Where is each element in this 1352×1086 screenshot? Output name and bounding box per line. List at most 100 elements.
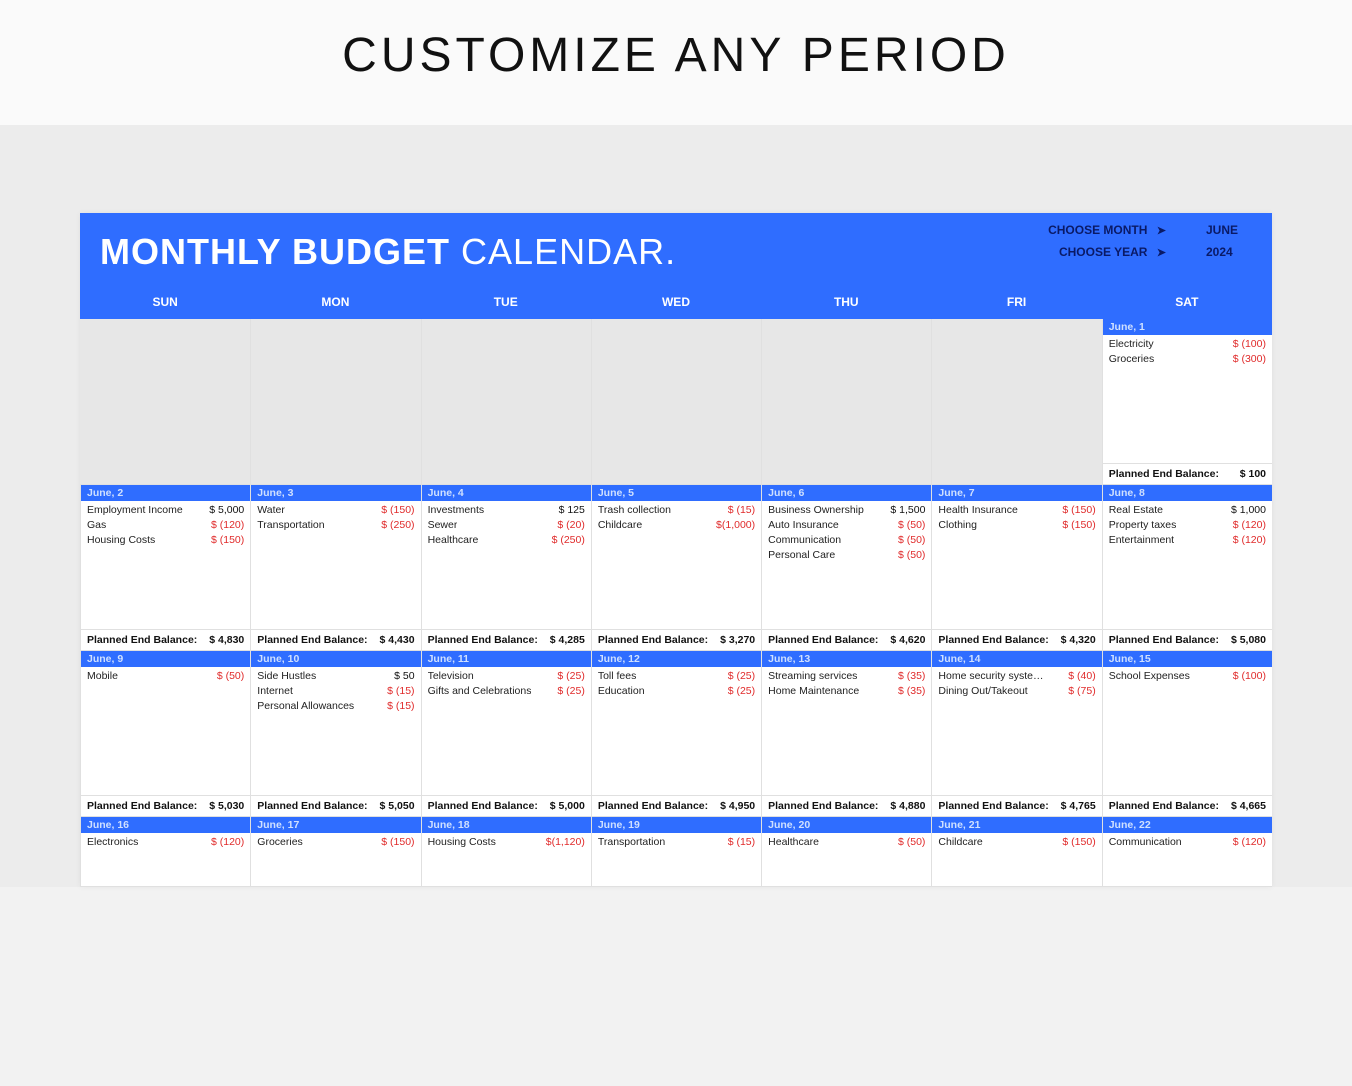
budget-item: Trash collection$ (15) xyxy=(598,504,755,517)
budget-item: Gas$ (120) xyxy=(87,519,244,532)
day-items: Groceries$ (150) xyxy=(251,833,420,886)
item-amount: $ (150) xyxy=(381,504,414,517)
balance-label: Planned End Balance: xyxy=(938,800,1048,812)
item-amount: $ (120) xyxy=(1233,534,1266,547)
balance-label: Planned End Balance: xyxy=(1109,800,1219,812)
chevron-right-icon: ➤ xyxy=(1157,225,1166,237)
date-bar: June, 19 xyxy=(592,817,761,833)
item-amount: $ (50) xyxy=(217,670,244,683)
date-bar: June, 15 xyxy=(1103,651,1272,667)
calendar-title-bold: MONTHLY BUDGET xyxy=(100,231,450,272)
item-name: Healthcare xyxy=(428,534,479,547)
budget-item: Gifts and Celebrations$ (25) xyxy=(428,685,585,698)
budget-item: Childcare$(1,000) xyxy=(598,519,755,532)
day-items: School Expenses$ (100) xyxy=(1103,667,1272,795)
balance-value: $ 5,030 xyxy=(209,800,244,812)
balance-value: $ 5,050 xyxy=(380,800,415,812)
balance-value: $ 4,830 xyxy=(209,634,244,646)
budget-item: Home security systems$ (40) xyxy=(938,670,1095,683)
canvas: MONTHLY BUDGET CALENDAR. CHOOSE MONTH ➤ … xyxy=(0,125,1352,887)
budget-item: Employment Income$ 5,000 xyxy=(87,504,244,517)
item-amount: $ (25) xyxy=(728,685,755,698)
item-amount: $ (15) xyxy=(387,685,414,698)
item-name: Entertainment xyxy=(1109,534,1174,547)
day-items: Health Insurance$ (150)Clothing$ (150) xyxy=(932,501,1101,629)
item-amount: $ (300) xyxy=(1233,353,1266,366)
day-cell[interactable]: June, 18Housing Costs$(1,120) xyxy=(421,817,591,887)
day-cell[interactable]: June, 22Communication$ (120) xyxy=(1102,817,1272,887)
item-name: Childcare xyxy=(938,836,982,849)
item-amount: $ (250) xyxy=(552,534,585,547)
item-amount: $ (15) xyxy=(728,836,755,849)
balance-label: Planned End Balance: xyxy=(87,634,197,646)
day-cell[interactable]: June, 3Water$ (150)Transportation$ (250)… xyxy=(250,485,420,651)
day-cell[interactable]: June, 1Electricity$ (100)Groceries$ (300… xyxy=(1102,319,1272,485)
date-bar: June, 3 xyxy=(251,485,420,501)
item-name: Personal Allowances xyxy=(257,700,354,713)
day-cell[interactable]: June, 9Mobile$ (50)Planned End Balance:$… xyxy=(80,651,250,817)
planned-end-balance: Planned End Balance:$ 100 xyxy=(1103,463,1272,484)
item-amount: $ (15) xyxy=(728,504,755,517)
item-amount: $ (35) xyxy=(898,685,925,698)
day-items: Trash collection$ (15) Childcare$(1,000) xyxy=(592,501,761,629)
day-cell[interactable]: June, 7Health Insurance$ (150)Clothing$ … xyxy=(931,485,1101,651)
item-name: Housing Costs xyxy=(428,836,496,849)
weekday-label: MON xyxy=(250,285,420,319)
item-amount: $ (150) xyxy=(211,534,244,547)
day-cell[interactable]: June, 11Television$ (25)Gifts and Celebr… xyxy=(421,651,591,817)
budget-item: Streaming services$ (35) xyxy=(768,670,925,683)
day-cell[interactable]: June, 16Electronics$ (120) xyxy=(80,817,250,887)
day-cell[interactable]: June, 20Healthcare$ (50) xyxy=(761,817,931,887)
empty-day-cell xyxy=(421,319,591,485)
day-cell[interactable]: June, 5Trash collection$ (15)Childcare$(… xyxy=(591,485,761,651)
item-amount: $ 1,500 xyxy=(890,504,925,517)
planned-end-balance: Planned End Balance:$ 5,030 xyxy=(81,795,250,816)
budget-item: Dining Out/Takeout$ (75) xyxy=(938,685,1095,698)
budget-item: Auto Insurance$ (50) xyxy=(768,519,925,532)
item-name: Gas xyxy=(87,519,106,532)
day-cell[interactable]: June, 13Streaming services$ (35)Home Mai… xyxy=(761,651,931,817)
balance-label: Planned End Balance: xyxy=(257,634,367,646)
day-cell[interactable]: June, 4Investments$ 125Sewer$ (20)Health… xyxy=(421,485,591,651)
item-amount: $ (35) xyxy=(898,670,925,683)
day-cell[interactable]: June, 21Childcare$ (150) xyxy=(931,817,1101,887)
item-name: Business Ownership xyxy=(768,504,864,517)
planned-end-balance: Planned End Balance:$ 4,285 xyxy=(422,629,591,650)
budget-item: Television$ (25) xyxy=(428,670,585,683)
budget-item: Groceries$ (300) xyxy=(1109,353,1266,366)
item-amount: $ (15) xyxy=(387,700,414,713)
day-items: Housing Costs$(1,120) xyxy=(422,833,591,886)
planned-end-balance: Planned End Balance:$ 4,765 xyxy=(932,795,1101,816)
day-cell[interactable]: June, 19Transportation$ (15) xyxy=(591,817,761,887)
day-cell[interactable]: June, 6Business Ownership$ 1,500Auto Ins… xyxy=(761,485,931,651)
choose-year-row[interactable]: CHOOSE YEAR ➤ 2024 xyxy=(1048,245,1246,259)
item-name: Transportation xyxy=(257,519,324,532)
choose-year-label: CHOOSE YEAR xyxy=(1059,245,1147,259)
choose-month-row[interactable]: CHOOSE MONTH ➤ JUNE xyxy=(1048,223,1246,237)
item-amount: $ (25) xyxy=(557,670,584,683)
balance-label: Planned End Balance: xyxy=(598,634,708,646)
budget-item: Business Ownership $ 1,500 xyxy=(768,504,925,517)
chevron-right-icon: ➤ xyxy=(1157,247,1166,259)
date-bar: June, 10 xyxy=(251,651,420,667)
day-cell[interactable]: June, 17Groceries$ (150) xyxy=(250,817,420,887)
planned-end-balance: Planned End Balance:$ 5,050 xyxy=(251,795,420,816)
item-amount: $ (120) xyxy=(211,836,244,849)
day-items: Employment Income$ 5,000 Gas$ (120) Housin… xyxy=(81,501,250,629)
day-cell[interactable]: June, 12Toll fees$ (25)Education$ (25)Pl… xyxy=(591,651,761,817)
item-amount: $ (120) xyxy=(1233,836,1266,849)
item-name: Healthcare xyxy=(768,836,819,849)
day-items: Streaming services$ (35)Home Maintenance… xyxy=(762,667,931,795)
item-amount: $ (20) xyxy=(557,519,584,532)
day-cell[interactable]: June, 15School Expenses$ (100) Planned En… xyxy=(1102,651,1272,817)
budget-item: Internet$ (15) xyxy=(257,685,414,698)
day-items: Home security systems$ (40) Dining Out/Ta… xyxy=(932,667,1101,795)
day-cell[interactable]: June, 2Employment Income$ 5,000Gas$ (120… xyxy=(80,485,250,651)
item-name: Personal Care xyxy=(768,549,835,562)
day-cell[interactable]: June, 8Real Estate$ 1,000Property taxes$… xyxy=(1102,485,1272,651)
item-name: Communication xyxy=(1109,836,1182,849)
balance-label: Planned End Balance: xyxy=(428,634,538,646)
day-cell[interactable]: June, 10Side Hustles$ 50Internet$ (15)Pe… xyxy=(250,651,420,817)
day-cell[interactable]: June, 14Home security systems$ (40)Dinin… xyxy=(931,651,1101,817)
item-name: Housing Costs xyxy=(87,534,155,547)
